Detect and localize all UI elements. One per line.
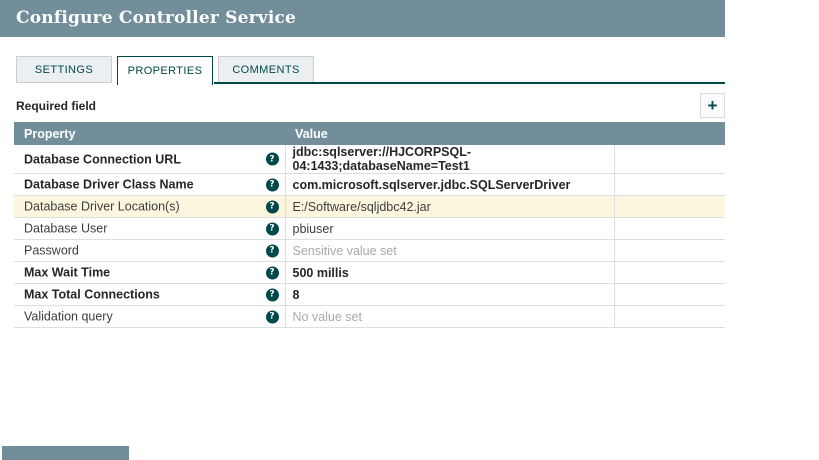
row-actions-cell <box>614 262 725 284</box>
dialog-header: Configure Controller Service <box>0 0 725 37</box>
help-icon[interactable]: ? <box>266 222 279 235</box>
tab-properties[interactable]: PROPERTIES <box>117 56 213 85</box>
row-actions-cell <box>614 196 725 218</box>
property-value[interactable]: jdbc:sqlserver://HJCORPSQL-04:1433;datab… <box>293 145 472 173</box>
required-field-label: Required field <box>16 99 96 113</box>
property-value[interactable]: Sensitive value set <box>293 244 397 258</box>
tab-settings-label: SETTINGS <box>35 64 93 76</box>
table-row[interactable]: Validation query ? No value set <box>14 306 725 328</box>
row-actions-cell <box>614 240 725 262</box>
column-header-property: Property <box>14 122 285 145</box>
property-value[interactable]: No value set <box>293 310 362 324</box>
help-icon[interactable]: ? <box>266 200 279 213</box>
table-header-row: Property Value <box>14 122 725 145</box>
property-name: Database User <box>24 222 107 236</box>
row-actions-cell <box>614 145 725 174</box>
property-value[interactable]: 500 millis <box>293 266 349 280</box>
row-actions-cell <box>614 218 725 240</box>
property-name: Database Connection URL <box>24 152 181 166</box>
plus-icon: + <box>708 97 718 114</box>
property-name: Validation query <box>24 310 113 324</box>
property-name: Database Driver Location(s) <box>24 200 180 214</box>
help-icon[interactable]: ? <box>266 310 279 323</box>
property-name: Max Wait Time <box>24 266 110 280</box>
property-value[interactable]: 8 <box>293 288 300 302</box>
table-row[interactable]: Database User ? pbiuser <box>14 218 725 240</box>
help-icon[interactable]: ? <box>266 244 279 257</box>
property-value[interactable]: E:/Software/sqljdbc42.jar <box>293 200 431 214</box>
partial-dialog-header-bottom <box>2 446 129 460</box>
property-name: Password <box>24 244 79 258</box>
configure-controller-service-dialog: Configure Controller Service SETTINGS PR… <box>0 0 819 460</box>
row-actions-cell <box>614 284 725 306</box>
help-icon[interactable]: ? <box>266 178 279 191</box>
tab-comments-label: COMMENTS <box>232 64 299 76</box>
properties-table-body: Database Connection URL ? jdbc:sqlserver… <box>14 145 725 328</box>
property-value[interactable]: com.microsoft.sqlserver.jdbc.SQLServerDr… <box>293 178 571 192</box>
table-row[interactable]: Max Wait Time ? 500 millis <box>14 262 725 284</box>
property-value[interactable]: pbiuser <box>293 222 334 236</box>
table-row[interactable]: Database Connection URL ? jdbc:sqlserver… <box>14 145 725 174</box>
help-icon[interactable]: ? <box>266 288 279 301</box>
dialog-title: Configure Controller Service <box>0 0 725 37</box>
table-row[interactable]: Max Total Connections ? 8 <box>14 284 725 306</box>
help-icon[interactable]: ? <box>266 153 279 166</box>
tab-strip-divider <box>214 82 725 84</box>
tab-settings[interactable]: SETTINGS <box>16 56 112 83</box>
tab-comments[interactable]: COMMENTS <box>218 56 314 83</box>
property-name: Max Total Connections <box>24 288 160 302</box>
row-actions-cell <box>614 174 725 196</box>
row-actions-cell <box>614 306 725 328</box>
table-row[interactable]: Database Driver Location(s) ? E:/Softwar… <box>14 196 725 218</box>
properties-table: Property Value Database Connection URL ?… <box>14 122 725 328</box>
tab-bar: SETTINGS PROPERTIES COMMENTS <box>16 56 319 85</box>
column-header-actions <box>614 122 725 145</box>
tab-properties-label: PROPERTIES <box>128 65 203 77</box>
table-row[interactable]: Password ? Sensitive value set <box>14 240 725 262</box>
column-header-value: Value <box>285 122 614 145</box>
table-row[interactable]: Database Driver Class Name ? com.microso… <box>14 174 725 196</box>
help-icon[interactable]: ? <box>266 266 279 279</box>
add-property-button[interactable]: + <box>700 93 725 118</box>
property-name: Database Driver Class Name <box>24 178 194 192</box>
